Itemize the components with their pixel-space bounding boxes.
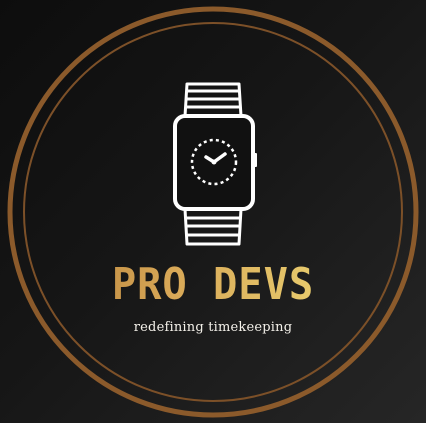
bottom-strap — [183, 207, 243, 246]
brand-title: PRO DEVS — [17, 258, 409, 312]
brand-logo: PRO DEVS redefining timekeeping — [0, 0, 426, 423]
smartwatch-icon — [173, 82, 257, 246]
top-strap — [183, 82, 243, 118]
inner-ring — [23, 22, 403, 402]
watch-crown — [253, 153, 257, 167]
brand-tagline: redefining timekeeping — [133, 320, 293, 335]
logo-emblem — [7, 6, 419, 418]
outer-ring — [7, 6, 419, 418]
